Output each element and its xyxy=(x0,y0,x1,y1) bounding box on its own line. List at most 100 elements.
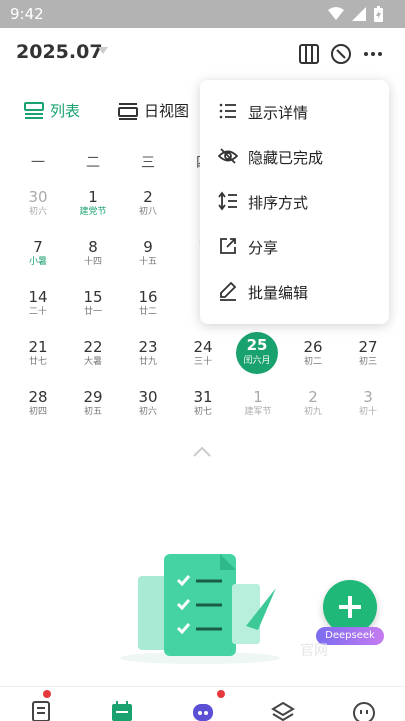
notification-dot xyxy=(217,690,225,698)
lunar-label: 初九 xyxy=(303,407,322,417)
task-list-icon[interactable] xyxy=(29,701,53,721)
day-number: 1 xyxy=(88,188,98,206)
menu-item-batch-edit[interactable]: 批量编辑 xyxy=(200,270,389,314)
day-number: 29 xyxy=(83,388,103,406)
signal-icon xyxy=(352,7,366,21)
notification-dot xyxy=(43,690,51,698)
lunar-label: 廿九 xyxy=(138,357,157,367)
calendar-day[interactable]: 24 三十 xyxy=(178,338,228,382)
watermark: 官网 xyxy=(300,643,328,659)
calendar-day[interactable]: 31 初七 xyxy=(178,388,228,432)
edit-icon xyxy=(220,281,237,301)
menu-item-hide-completed[interactable]: 隐藏已完成 xyxy=(200,135,389,179)
lunar-label: 初六 xyxy=(28,207,47,217)
eye-off-icon xyxy=(218,148,238,164)
calendar-day[interactable]: 28 初四 xyxy=(13,388,63,432)
empty-state-illustration xyxy=(120,554,280,664)
menu-item-label: 排序方式 xyxy=(248,194,309,212)
calendar-day[interactable]: 26 初二 xyxy=(288,338,338,382)
lunar-label: 大暑 xyxy=(83,357,102,367)
menu-item-show-details[interactable]: 显示详情 xyxy=(200,90,389,134)
day-number: 9 xyxy=(143,238,153,256)
calendar-day[interactable]: 8 十四 xyxy=(68,238,118,282)
lunar-label: 小暑 xyxy=(28,257,47,267)
status-icons xyxy=(328,6,383,22)
wifi-icon xyxy=(328,7,344,20)
lunar-label: 初二 xyxy=(303,357,322,367)
month-selector[interactable]: 2025.07 xyxy=(16,41,103,63)
day-number: 26 xyxy=(303,338,323,356)
caret-down-icon[interactable] xyxy=(98,47,108,54)
day-number: 2 xyxy=(143,188,153,206)
lunar-label: 初五 xyxy=(83,407,102,417)
lunar-label: 廿一 xyxy=(83,307,102,317)
calendar-day[interactable]: 14 二十 xyxy=(13,288,63,332)
menu-item-label: 隐藏已完成 xyxy=(248,149,324,167)
lunar-label: 三十 xyxy=(193,357,212,367)
lunar-label: 十四 xyxy=(83,257,102,267)
lunar-label: 十五 xyxy=(138,257,157,267)
day-number: 27 xyxy=(358,338,378,356)
day-number: 7 xyxy=(33,238,43,256)
today-cell[interactable]: 25 闰六月 xyxy=(236,332,278,374)
calendar-day[interactable]: 30 初六 xyxy=(13,188,63,232)
day-number: 28 xyxy=(28,388,48,406)
columns-icon[interactable] xyxy=(297,42,321,66)
plus-icon xyxy=(339,596,361,618)
day-number: 24 xyxy=(193,338,213,356)
calendar-day[interactable]: 15 廿一 xyxy=(68,288,118,332)
weekday-label: 三 xyxy=(141,155,155,171)
calendar-day[interactable]: 22 大暑 xyxy=(68,338,118,382)
day-number: 22 xyxy=(83,338,103,356)
calendar-day[interactable]: 2 初九 xyxy=(288,388,338,432)
calendar-day[interactable]: 23 廿九 xyxy=(123,338,173,382)
sort-icon xyxy=(218,191,237,211)
bottom-nav xyxy=(0,686,405,721)
day-number: 21 xyxy=(28,338,48,356)
today-date: 25 xyxy=(246,336,268,354)
calendar-day[interactable]: 27 初三 xyxy=(343,338,393,382)
ai-assistant-icon[interactable] xyxy=(191,701,215,721)
lunar-label: 廿七 xyxy=(28,357,47,367)
day-number: 3 xyxy=(363,388,373,406)
calendar-day[interactable]: 9 十五 xyxy=(123,238,173,282)
day-number: 8 xyxy=(88,238,98,256)
calendar-day[interactable]: 1 建党节 xyxy=(68,188,118,232)
more-icon[interactable] xyxy=(361,42,385,66)
calendar-day[interactable]: 1 建军节 xyxy=(233,388,283,432)
day-view-icon xyxy=(118,102,138,120)
calendar-day[interactable]: 16 廿二 xyxy=(123,288,173,332)
status-bar: 9:42 xyxy=(0,0,405,28)
day-number: 23 xyxy=(138,338,158,356)
lunar-label: 初四 xyxy=(28,407,47,417)
tab-day-view[interactable]: 日视图 xyxy=(118,100,189,121)
profile-icon[interactable] xyxy=(352,701,376,721)
calendar-icon[interactable] xyxy=(110,701,134,721)
layers-icon[interactable] xyxy=(271,701,295,721)
calendar-day[interactable]: 30 初六 xyxy=(123,388,173,432)
sync-icon[interactable] xyxy=(329,42,353,66)
calendar-day[interactable]: 3 初十 xyxy=(343,388,393,432)
tab-list[interactable]: 列表 xyxy=(24,100,80,121)
calendar-day[interactable]: 21 廿七 xyxy=(13,338,63,382)
tab-day-view-label: 日视图 xyxy=(144,102,190,120)
calendar-day[interactable]: 7 小暑 xyxy=(13,238,63,282)
lunar-label: 二十 xyxy=(28,307,47,317)
battery-icon xyxy=(374,6,383,22)
menu-item-label: 分享 xyxy=(248,239,279,257)
calendar-day[interactable]: 2 初八 xyxy=(123,188,173,232)
day-number: 30 xyxy=(28,188,48,206)
lunar-label: 建党节 xyxy=(79,207,107,217)
menu-item-share[interactable]: 分享 xyxy=(200,225,389,269)
lunar-label: 初六 xyxy=(138,407,157,417)
day-number: 15 xyxy=(83,288,103,306)
menu-item-sort[interactable]: 排序方式 xyxy=(200,180,389,224)
today-lunar: 闰六月 xyxy=(243,356,271,366)
day-number: 2 xyxy=(308,388,318,406)
add-task-button[interactable] xyxy=(323,580,377,634)
weekday-label: 一 xyxy=(31,155,45,171)
day-number: 31 xyxy=(193,388,213,406)
chevron-up-icon[interactable] xyxy=(192,446,212,458)
calendar-day[interactable]: 29 初五 xyxy=(68,388,118,432)
list-view-icon xyxy=(24,101,44,119)
